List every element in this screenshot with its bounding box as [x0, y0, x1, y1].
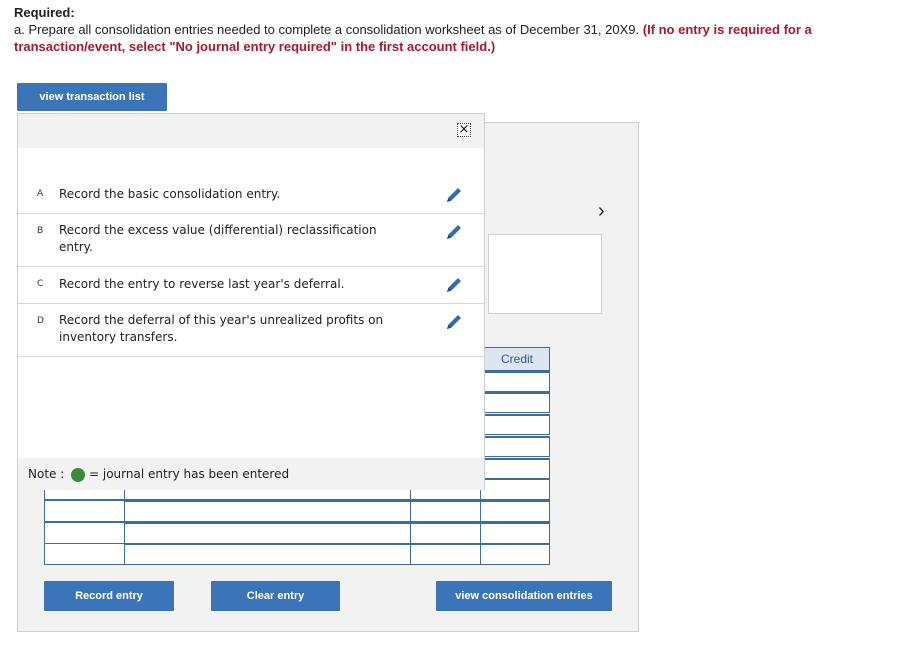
entry-description-box	[488, 234, 602, 314]
row-text: Record the deferral of this year's unrea…	[59, 313, 384, 344]
pencil-icon[interactable]	[444, 185, 464, 205]
next-icon[interactable]: ›	[598, 200, 605, 223]
row-letter: D	[37, 316, 44, 326]
clear-entry-button[interactable]: Clear entry	[211, 581, 340, 611]
note-label: Note :	[28, 467, 65, 481]
row-letter: C	[37, 279, 44, 289]
credit-cell[interactable]	[480, 522, 550, 544]
row-letter: A	[37, 189, 44, 199]
view-transaction-list-button[interactable]: view transaction list	[17, 83, 167, 111]
entry-label-cell	[44, 543, 125, 565]
credit-cell[interactable]	[480, 500, 550, 522]
legend-note: Note : = journal entry has been entered	[18, 458, 484, 490]
credit-cell[interactable]	[484, 458, 550, 479]
pencil-icon[interactable]	[444, 312, 464, 332]
transaction-row-b[interactable]: B Record the excess value (differential)…	[18, 214, 484, 267]
view-consolidation-entries-button[interactable]: view consolidation entries	[436, 581, 612, 611]
required-label: Required:	[14, 5, 75, 20]
entry-label-cell	[44, 500, 125, 522]
credit-cell[interactable]	[484, 436, 550, 457]
debit-cell[interactable]	[410, 522, 481, 544]
note-text: = journal entry has been entered	[89, 467, 290, 481]
account-cell[interactable]	[124, 522, 411, 544]
credit-cell[interactable]	[484, 371, 550, 392]
row-text: Record the entry to reverse last year's …	[59, 277, 345, 291]
account-cell[interactable]	[124, 500, 411, 522]
credit-cell[interactable]	[480, 543, 550, 565]
credit-column-header: Credit	[484, 347, 550, 371]
row-letter: B	[37, 226, 44, 236]
credit-cell[interactable]	[480, 478, 550, 500]
credit-cell[interactable]	[484, 392, 550, 413]
row-text: Record the excess value (differential) r…	[59, 223, 377, 254]
pencil-icon[interactable]	[444, 222, 464, 242]
instructions: Required: a. Prepare all consolidation e…	[14, 4, 894, 55]
popup-header	[18, 114, 484, 148]
entry-label-cell	[44, 522, 125, 544]
debit-cell[interactable]	[410, 500, 481, 522]
transaction-list-popup: × A Record the basic consolidation entry…	[17, 113, 485, 490]
entered-indicator-icon	[71, 468, 85, 482]
transaction-row-c[interactable]: C Record the entry to reverse last year'…	[18, 267, 484, 304]
debit-cell[interactable]	[410, 543, 481, 565]
pencil-icon[interactable]	[444, 275, 464, 295]
instruction-text: a. Prepare all consolidation entries nee…	[14, 21, 894, 55]
close-icon[interactable]: ×	[457, 123, 471, 137]
transaction-row-d[interactable]: D Record the deferral of this year's unr…	[18, 304, 484, 357]
credit-cell[interactable]	[484, 414, 550, 435]
record-entry-button[interactable]: Record entry	[44, 581, 174, 611]
row-text: Record the basic consolidation entry.	[59, 187, 281, 201]
account-cell[interactable]	[124, 543, 411, 565]
transaction-row-a[interactable]: A Record the basic consolidation entry.	[18, 177, 484, 214]
instruction-main: a. Prepare all consolidation entries nee…	[14, 22, 640, 37]
